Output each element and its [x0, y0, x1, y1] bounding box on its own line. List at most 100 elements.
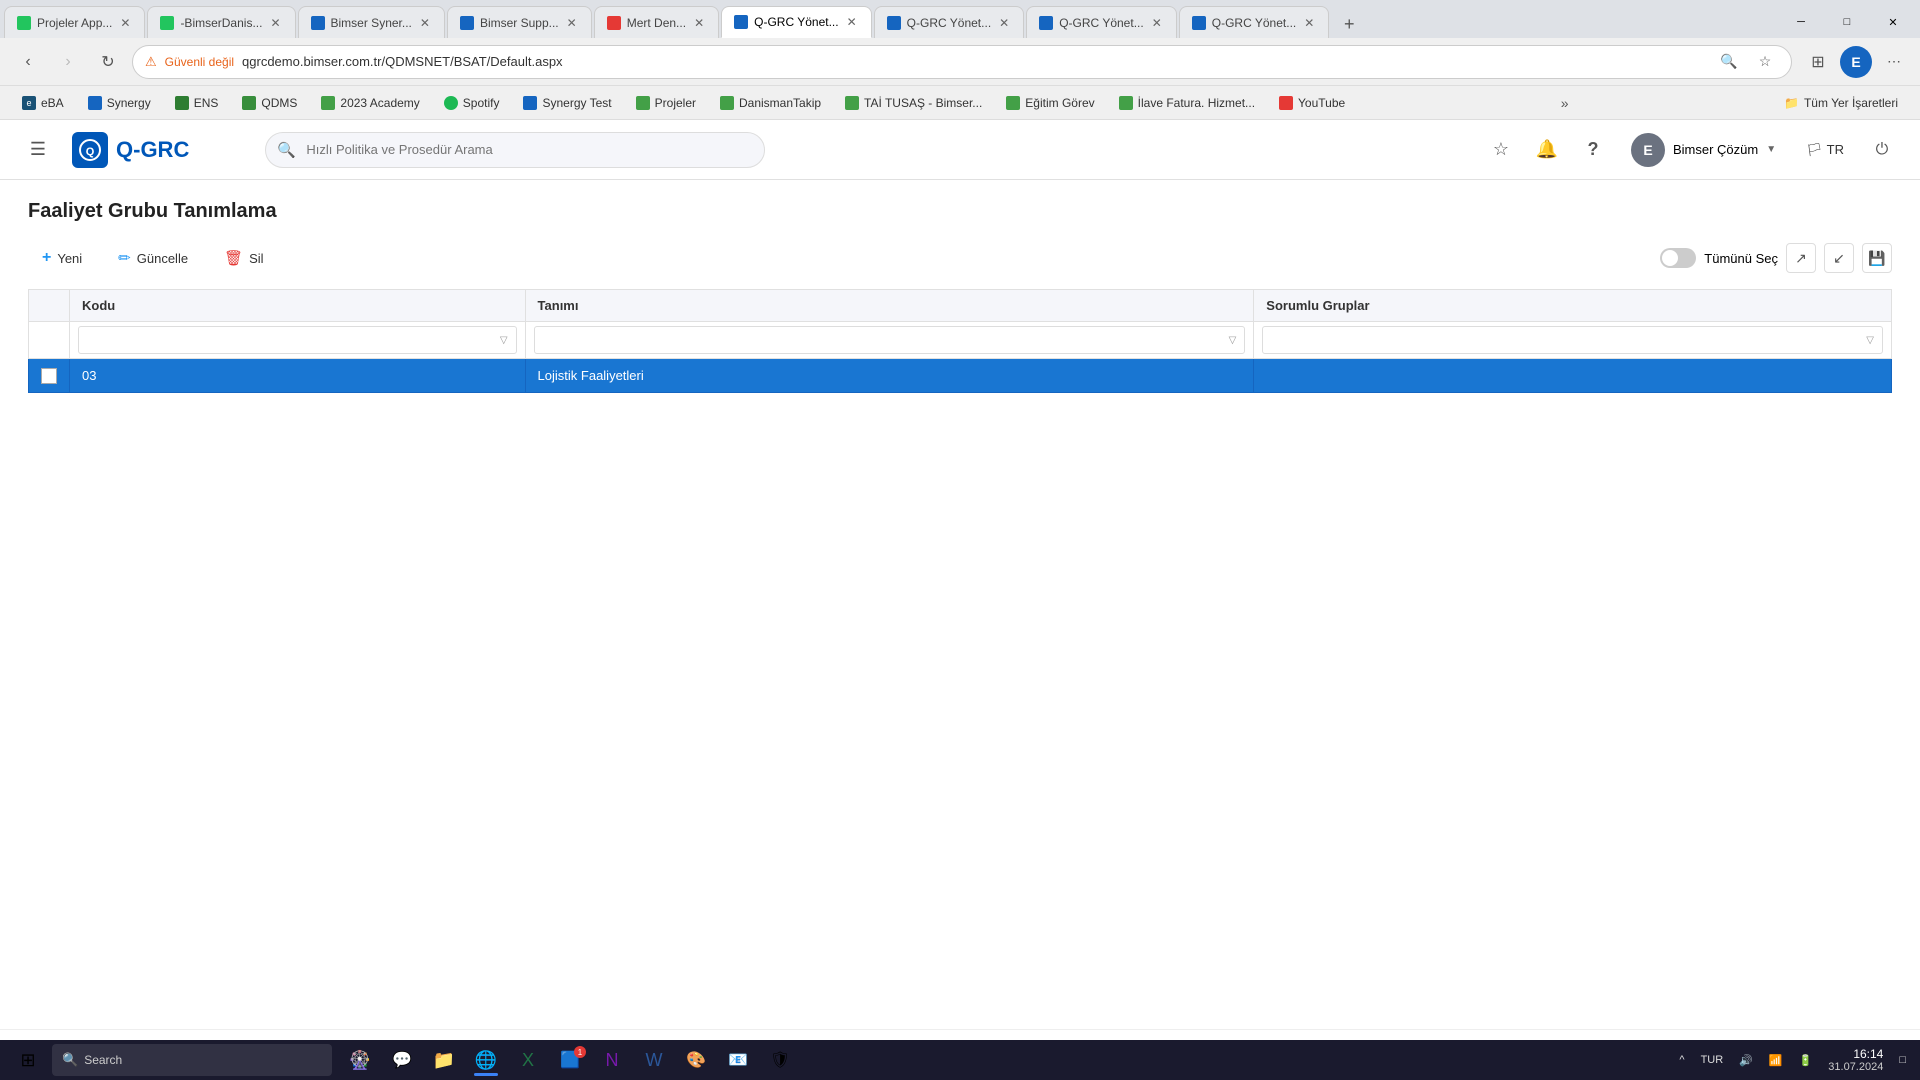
export-button[interactable]: ↗	[1786, 243, 1816, 273]
bookmarks-more-button[interactable]: »	[1551, 89, 1579, 117]
tab-9[interactable]: Q-GRC Yönet... ✕	[1179, 6, 1330, 38]
notification-center[interactable]: □	[1893, 1042, 1912, 1078]
bookmark-youtube[interactable]: YouTube	[1269, 90, 1355, 116]
bookmark-danisman[interactable]: DanismanTakip	[710, 90, 831, 116]
tab-icon	[160, 16, 174, 30]
taskbar-excel[interactable]: X	[508, 1042, 548, 1078]
battery-button[interactable]: 🔋	[1793, 1042, 1819, 1078]
back-button[interactable]: ‹	[12, 46, 44, 78]
taskbar-widgets[interactable]: 🎡	[340, 1042, 380, 1078]
notifications-button[interactable]: 🔔	[1529, 132, 1565, 168]
taskbar-defender[interactable]: 🛡	[760, 1042, 800, 1078]
profile-button[interactable]: E	[1840, 46, 1872, 78]
lang-indicator[interactable]: TUR	[1695, 1042, 1730, 1078]
power-button[interactable]: ⏻	[1864, 132, 1900, 168]
bookmark-spotify[interactable]: Spotify	[434, 90, 510, 116]
user-name-label: Bimser Çözüm	[1673, 142, 1758, 157]
language-button[interactable]: 🏳 TR	[1796, 136, 1854, 164]
close-button[interactable]: ✕	[1870, 6, 1916, 38]
tab-5[interactable]: Mert Den... ✕	[594, 6, 719, 38]
tab-close-icon[interactable]: ✕	[268, 14, 282, 32]
volume-button[interactable]: 🔊	[1733, 1042, 1759, 1078]
bookmark-ens[interactable]: ENS	[165, 90, 229, 116]
taskbar-word[interactable]: W	[634, 1042, 674, 1078]
taskbar-outlook[interactable]: 📧	[718, 1042, 758, 1078]
import-button[interactable]: ↙	[1824, 243, 1854, 273]
bookmark-folder[interactable]: 📁 Tüm Yer İşaretleri	[1774, 90, 1908, 116]
search-input[interactable]	[265, 132, 765, 168]
minimize-button[interactable]: ─	[1778, 6, 1824, 38]
taskbar-teams[interactable]: 🟦 1	[550, 1042, 590, 1078]
browser-window: Projeler App... ✕ -BimserDanis... ✕ Bims…	[0, 0, 1920, 1080]
save-button[interactable]: 💾	[1862, 243, 1892, 273]
tab-4[interactable]: Bimser Supp... ✕	[447, 6, 592, 38]
reload-button[interactable]: ↻	[92, 46, 124, 78]
filter-tanimi-input[interactable]: ▽	[534, 326, 1246, 354]
bookmark-qdms[interactable]: QDMS	[232, 90, 307, 116]
bookmark-danisman-label: DanismanTakip	[739, 96, 821, 110]
filter-sorumlu-input[interactable]: ▽	[1262, 326, 1883, 354]
user-profile-button[interactable]: E Bimser Çözüm ▼	[1621, 129, 1786, 171]
tab-7[interactable]: Q-GRC Yönet... ✕	[874, 6, 1025, 38]
tab-2[interactable]: -BimserDanis... ✕	[147, 6, 295, 38]
forward-button[interactable]: ›	[52, 46, 84, 78]
bookmark-synergy-icon	[88, 96, 102, 110]
bookmark-ens-icon	[175, 96, 189, 110]
tab-close-icon[interactable]: ✕	[692, 14, 706, 32]
show-hidden-icons[interactable]: ^	[1673, 1042, 1690, 1078]
table-row[interactable]: 03 Lojistik Faaliyetleri	[29, 359, 1892, 393]
taskbar-onenote[interactable]: N	[592, 1042, 632, 1078]
taskbar-edge[interactable]: 🌐	[466, 1042, 506, 1078]
row-tanimi-link[interactable]: Lojistik Faaliyetleri	[538, 368, 644, 383]
tab-close-icon[interactable]: ✕	[997, 14, 1011, 32]
row-checkbox[interactable]	[41, 368, 57, 384]
tab-close-icon[interactable]: ✕	[418, 14, 432, 32]
delete-button[interactable]: 🗑 Sil	[210, 243, 278, 273]
tab-title: -BimserDanis...	[180, 16, 262, 30]
new-tab-button[interactable]: +	[1335, 10, 1363, 38]
filter-kodu-input[interactable]: ▽	[78, 326, 517, 354]
bookmark-tai-label: TAİ TUSAŞ - Bimser...	[864, 96, 982, 110]
help-button[interactable]: ?	[1575, 132, 1611, 168]
new-button[interactable]: + Yeni	[28, 243, 96, 273]
tab-close-icon[interactable]: ✕	[1150, 14, 1164, 32]
clock[interactable]: 16:14 31.07.2024	[1822, 1042, 1889, 1078]
bookmark-synergy[interactable]: Synergy	[78, 90, 161, 116]
extensions-button[interactable]: ⊞	[1804, 48, 1832, 76]
taskbar-paintbrush[interactable]: 🎨	[676, 1042, 716, 1078]
tab-1[interactable]: Projeler App... ✕	[4, 6, 145, 38]
network-button[interactable]: 📶	[1763, 1042, 1789, 1078]
bookmark-egitim[interactable]: Eğitim Görev	[996, 90, 1104, 116]
bookmark-synergy-test[interactable]: Synergy Test	[513, 90, 621, 116]
data-table: Kodu Tanımı Sorumlu Gruplar ▽	[28, 289, 1892, 393]
taskbar-chat[interactable]: 💬	[382, 1042, 422, 1078]
tab-3[interactable]: Bimser Syner... ✕	[298, 6, 445, 38]
browser-settings-button[interactable]: ⋯	[1880, 48, 1908, 76]
maximize-button[interactable]: □	[1824, 6, 1870, 38]
favorites-button[interactable]: ☆	[1483, 132, 1519, 168]
zoom-icon[interactable]: 🔍	[1715, 48, 1743, 76]
hamburger-button[interactable]: ☰	[20, 132, 56, 168]
tab-8[interactable]: Q-GRC Yönet... ✕	[1026, 6, 1177, 38]
bookmark-star-icon[interactable]: ☆	[1751, 48, 1779, 76]
tab-close-icon[interactable]: ✕	[118, 14, 132, 32]
taskbar-explorer[interactable]: 📁	[424, 1042, 464, 1078]
bookmark-ilave[interactable]: İlave Fatura. Hizmet...	[1109, 90, 1265, 116]
start-button[interactable]: ⊞	[8, 1042, 48, 1078]
bookmark-eba[interactable]: e eBA	[12, 90, 74, 116]
bookmark-projeler[interactable]: Projeler	[626, 90, 706, 116]
edge-icon: 🌐	[475, 1050, 497, 1071]
update-button[interactable]: ✏ Güncelle	[104, 243, 202, 273]
tab-6-active[interactable]: Q-GRC Yönet... ✕	[721, 6, 872, 38]
toggle-switch[interactable]	[1660, 248, 1696, 268]
url-bar[interactable]: ⚠ Güvenli değil qgrcdemo.bimser.com.tr/Q…	[132, 45, 1792, 79]
bookmark-academy[interactable]: 2023 Academy	[311, 90, 429, 116]
tanimi-column-header: Tanımı	[525, 290, 1254, 322]
taskbar-search-box[interactable]: 🔍 Search	[52, 1044, 332, 1076]
tab-title: Projeler App...	[37, 16, 112, 30]
tab-close-icon[interactable]: ✕	[845, 13, 859, 31]
bookmark-tai[interactable]: TAİ TUSAŞ - Bimser...	[835, 90, 992, 116]
tab-close-icon[interactable]: ✕	[1302, 14, 1316, 32]
paint-icon: 🎨	[686, 1050, 706, 1070]
tab-close-icon[interactable]: ✕	[565, 14, 579, 32]
